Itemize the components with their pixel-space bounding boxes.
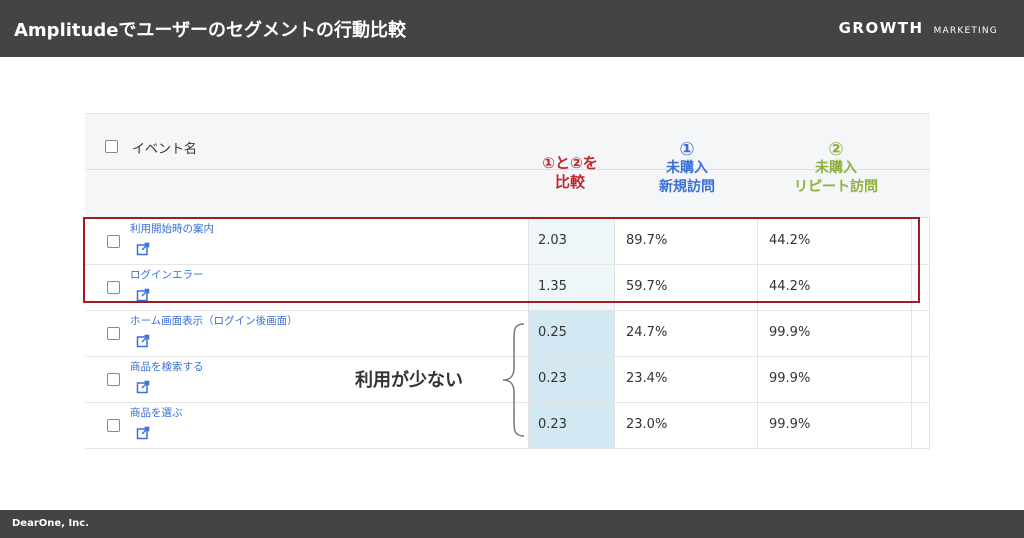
row-checkbox[interactable]: [107, 373, 120, 386]
slide-title: Amplitudeでユーザーのセグメントの行動比較: [14, 20, 407, 41]
comparison-highlight-box: [83, 217, 920, 303]
new-visit-header-line1: 未購入: [666, 160, 708, 176]
compare-header-line2: 比較: [554, 173, 585, 191]
column-divider: [911, 357, 912, 403]
brand-logo: GROWTH MARKETING: [839, 19, 998, 37]
row-checkbox[interactable]: [107, 327, 120, 340]
column-divider: [757, 357, 758, 403]
low-usage-annotation: 利用が少ない: [355, 370, 463, 391]
external-link-icon[interactable]: [136, 379, 150, 394]
repeat-visit-header-line1: 未購入: [815, 160, 857, 176]
new-visit-value: 24.7%: [626, 325, 668, 340]
slide: Amplitudeでユーザーのセグメントの行動比較 GROWTH MARKETI…: [0, 0, 1024, 538]
compare-column-header: ①と②を 比較: [505, 154, 635, 192]
segment-2-number: ②: [828, 139, 844, 160]
column-divider: [757, 403, 758, 449]
bottom-bar: DearOne, Inc.: [0, 510, 1024, 538]
brand-sub: MARKETING: [933, 26, 998, 36]
repeat-visit-value: 99.9%: [769, 417, 811, 432]
segment-1-number: ①: [679, 139, 695, 160]
column-divider: [528, 403, 529, 449]
event-name-link[interactable]: 商品を検索する: [130, 359, 204, 374]
column-divider: [911, 403, 912, 449]
event-name-header: イベント名: [132, 142, 198, 157]
column-divider: [757, 311, 758, 357]
repeat-visit-value: 99.9%: [769, 325, 811, 340]
column-divider: [528, 357, 529, 403]
new-visit-header-line2: 新規訪問: [659, 179, 715, 195]
ratio-value: 0.23: [538, 417, 567, 432]
new-visit-column-header: ① 未購入 新規訪問: [622, 140, 752, 197]
select-all-checkbox[interactable]: [105, 140, 118, 153]
top-bar: Amplitudeでユーザーのセグメントの行動比較 GROWTH MARKETI…: [0, 0, 1024, 57]
column-divider: [614, 357, 615, 403]
external-link-icon[interactable]: [136, 333, 150, 348]
company-name: DearOne, Inc.: [12, 518, 90, 529]
ratio-value: 0.23: [538, 371, 567, 386]
row-checkbox[interactable]: [107, 419, 120, 432]
column-divider: [614, 311, 615, 357]
column-divider: [528, 311, 529, 357]
new-visit-value: 23.0%: [626, 417, 668, 432]
brand-main: GROWTH: [838, 19, 924, 37]
curly-brace-icon: [502, 323, 525, 437]
event-name-link[interactable]: ホーム画面表示（ログイン後画面）: [130, 313, 298, 328]
column-divider: [614, 403, 615, 449]
table-header: イベント名 ①と②を 比較 ① 未購入 新規訪問 ② 未購入 リピート訪問: [85, 114, 930, 218]
compare-header-line1: ①と②を: [542, 154, 598, 172]
new-visit-value: 23.4%: [626, 371, 668, 386]
ratio-value: 0.25: [538, 325, 567, 340]
external-link-icon[interactable]: [136, 425, 150, 440]
column-divider: [911, 311, 912, 357]
repeat-visit-value: 99.9%: [769, 371, 811, 386]
repeat-visit-header-line2: リピート訪問: [794, 179, 878, 195]
event-name-link[interactable]: 商品を選ぶ: [130, 405, 183, 420]
repeat-visit-column-header: ② 未購入 リピート訪問: [761, 140, 911, 197]
